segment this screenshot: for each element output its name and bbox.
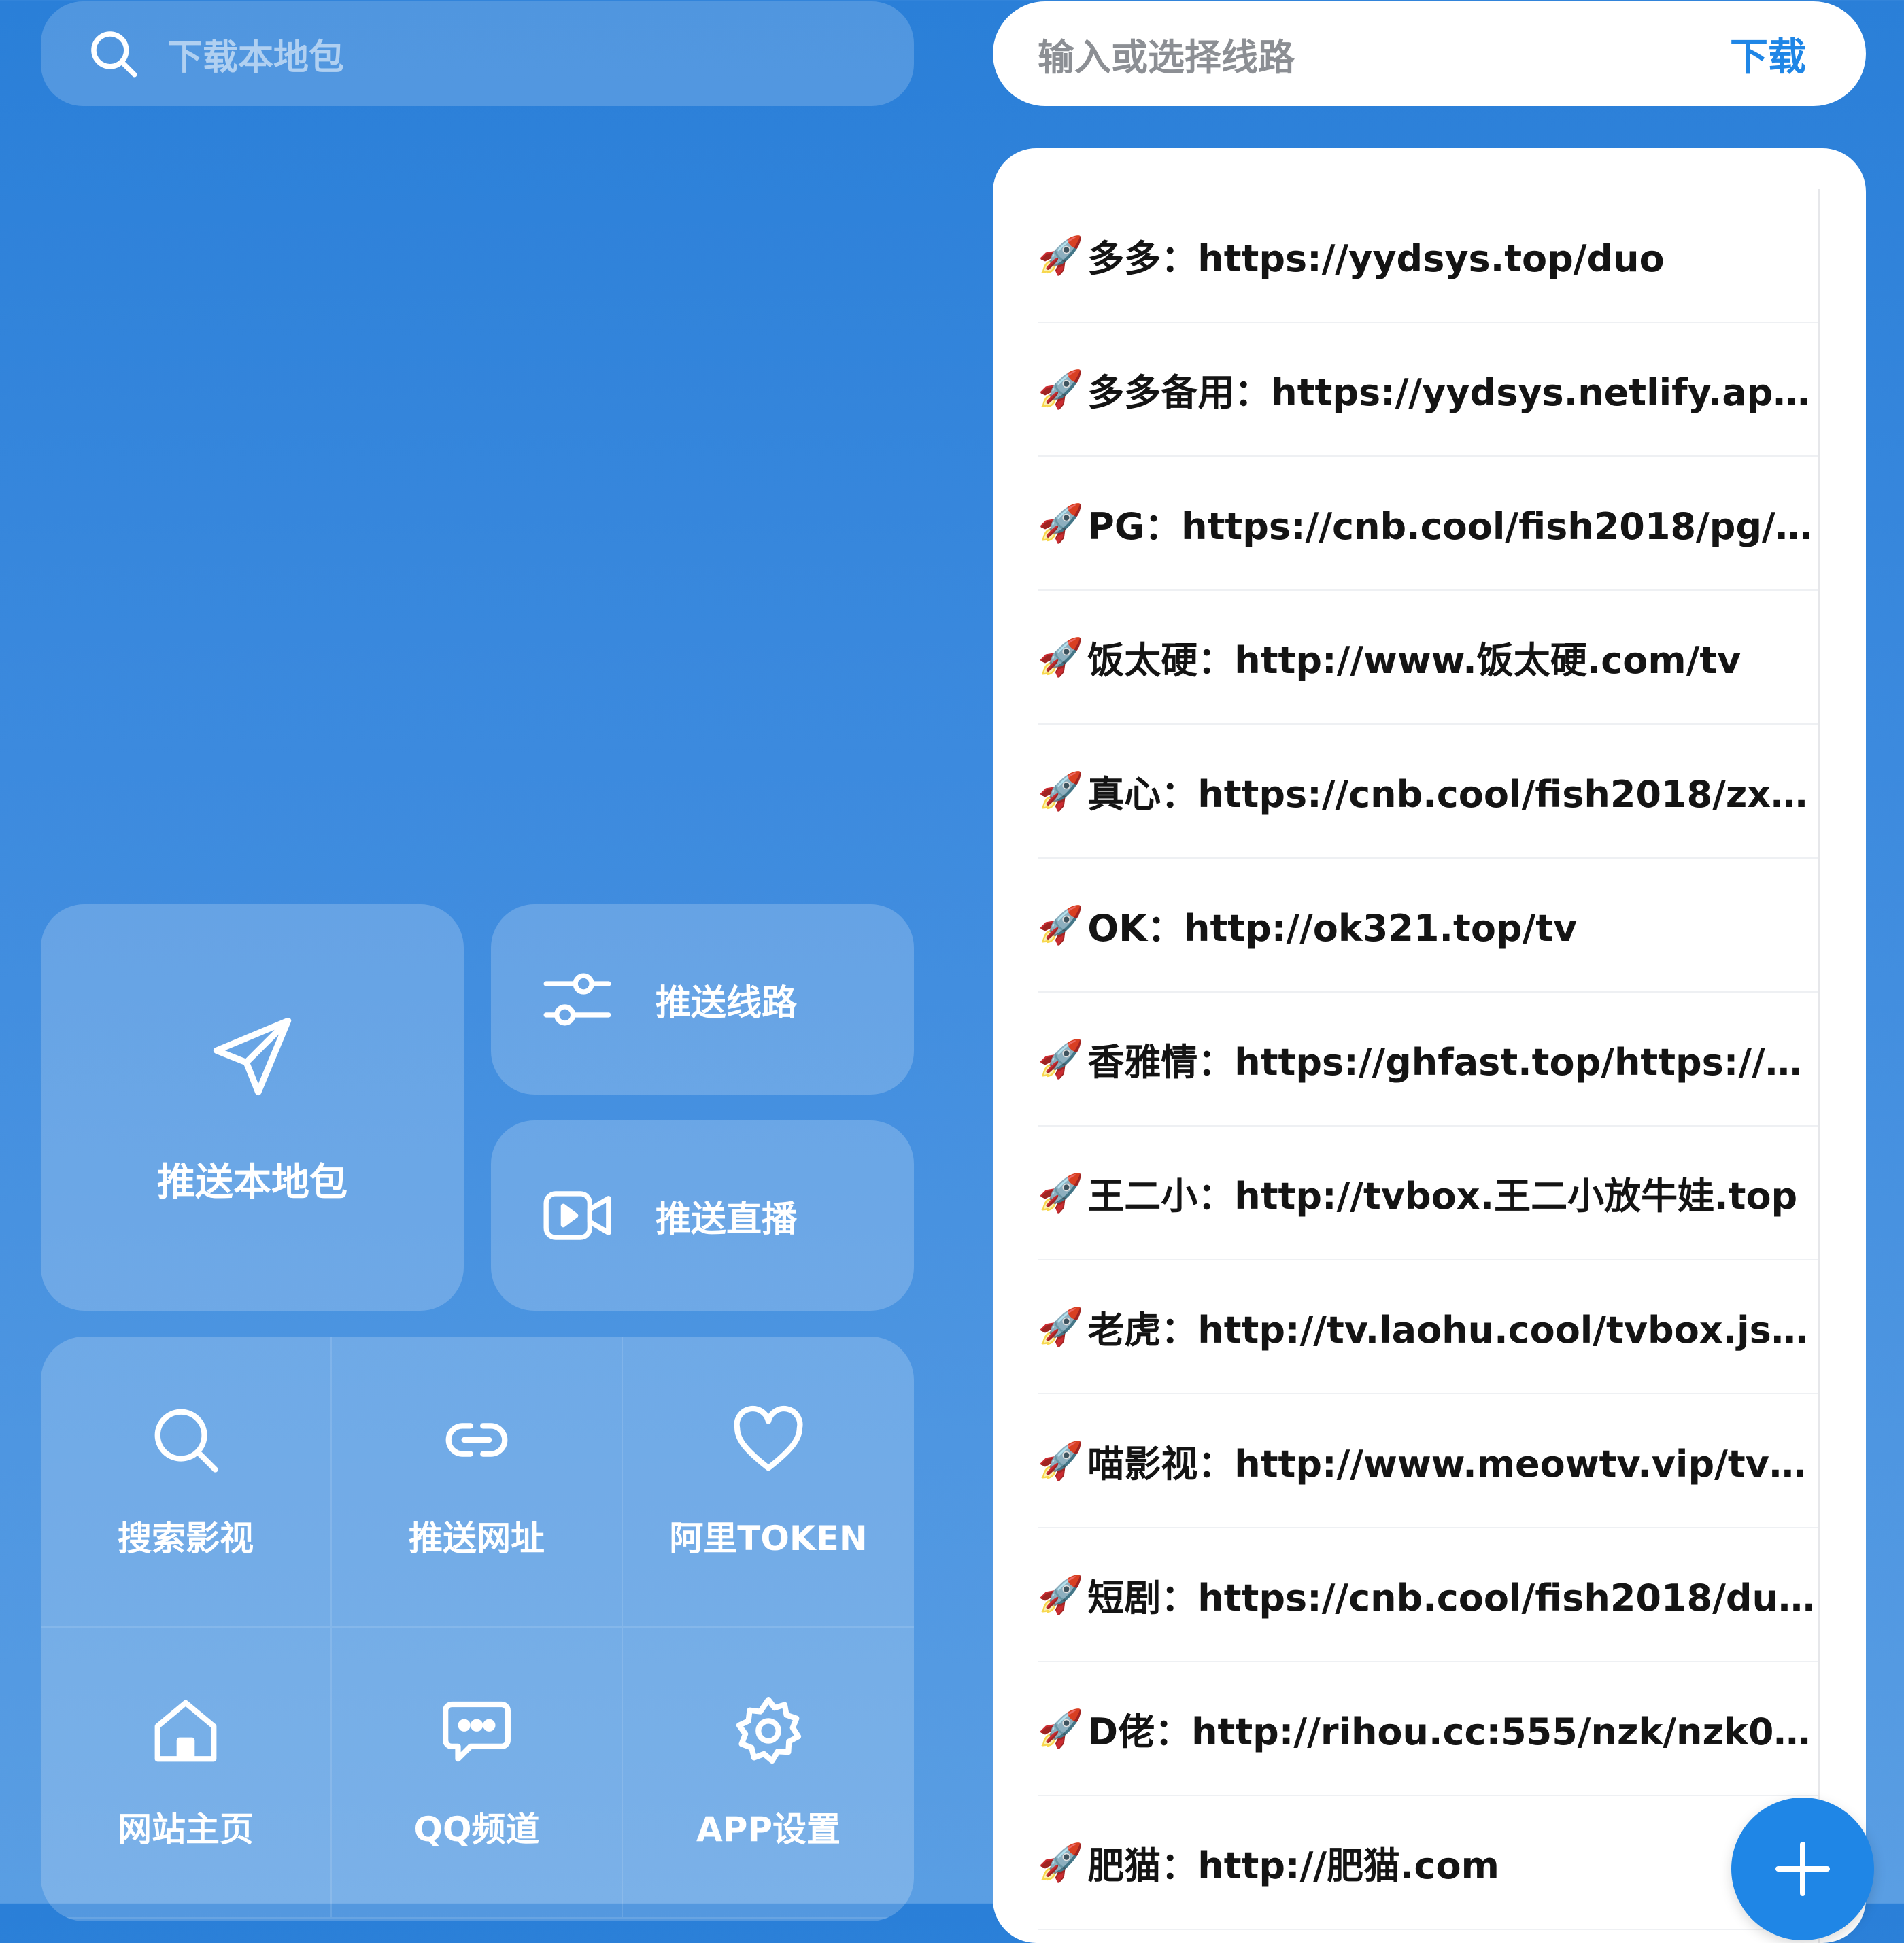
plus-icon bbox=[1775, 1842, 1830, 1896]
website-home-cell[interactable]: 网站主页 bbox=[41, 1628, 332, 1919]
route-item[interactable]: 🚀 真心：https://cnb.cool/fish2018/zx/-… bbox=[1038, 725, 1818, 859]
push-local-package-tile[interactable]: 推送本地包 bbox=[41, 904, 464, 1311]
route-text: D佬：http://rihou.cc:555/nzk/nzk07… bbox=[1087, 1710, 1818, 1753]
route-text: 肥猫：http://肥猫.com bbox=[1087, 1844, 1499, 1887]
route-text: 喵影视：http://www.meowtv.vip/tvb… bbox=[1087, 1443, 1818, 1485]
ali-token-label: 阿里TOKEN bbox=[669, 1519, 868, 1558]
rocket-icon: 🚀 bbox=[1038, 903, 1084, 946]
search-icon bbox=[154, 1409, 218, 1473]
route-item[interactable]: 🚀 老虎：http://tv.laohu.cool/tvbox.json bbox=[1038, 1260, 1818, 1394]
search-movies-label: 搜索影视 bbox=[118, 1519, 254, 1558]
rocket-icon: 🚀 bbox=[1038, 635, 1084, 678]
rocket-icon: 🚀 bbox=[1038, 1439, 1084, 1482]
push-url-label: 推送网址 bbox=[409, 1519, 545, 1558]
route-item[interactable]: 🚀 香雅情：https://ghfast.top/https://ra… bbox=[1038, 993, 1818, 1127]
route-text: 多多备用：https://yydsys.netlify.app… bbox=[1087, 371, 1818, 414]
rocket-icon: 🚀 bbox=[1038, 1171, 1084, 1214]
home-icon bbox=[154, 1700, 217, 1762]
route-text: 多多：https://yydsys.top/duo bbox=[1087, 237, 1665, 280]
rocket-icon: 🚀 bbox=[1038, 1037, 1084, 1080]
rocket-icon: 🚀 bbox=[1038, 1840, 1084, 1884]
route-text: 香雅情：https://ghfast.top/https://ra… bbox=[1087, 1041, 1818, 1084]
search-movies-cell[interactable]: 搜索影视 bbox=[41, 1337, 332, 1628]
rocket-icon: 🚀 bbox=[1038, 769, 1084, 812]
feature-grid: 搜索影视 推送网址 阿里TOKEN 网站主页 QQ频道 APP设置 bbox=[41, 1337, 914, 1921]
search-icon bbox=[91, 31, 137, 78]
qq-channel-cell[interactable]: QQ频道 bbox=[332, 1628, 623, 1919]
app-settings-label: APP设置 bbox=[696, 1810, 840, 1849]
route-item[interactable]: 🚀 多多备用：https://yydsys.netlify.app… bbox=[1038, 323, 1818, 457]
rocket-icon: 🚀 bbox=[1038, 501, 1084, 545]
download-button[interactable]: 下载 bbox=[1730, 27, 1806, 82]
local-package-placeholder: 下载本地包 bbox=[167, 37, 345, 78]
rocket-icon: 🚀 bbox=[1038, 1305, 1084, 1348]
route-text: 真心：https://cnb.cool/fish2018/zx/-… bbox=[1087, 773, 1818, 816]
rocket-icon: 🚀 bbox=[1038, 1572, 1084, 1616]
route-text: 短剧：https://cnb.cool/fish2018/dua… bbox=[1087, 1577, 1818, 1619]
route-item[interactable]: 🚀 王二小：http://tvbox.王二小放牛娃.top bbox=[1038, 1127, 1818, 1260]
send-icon bbox=[213, 1017, 292, 1095]
push-route-label: 推送线路 bbox=[656, 982, 798, 1024]
route-text: 王二小：http://tvbox.王二小放牛娃.top bbox=[1087, 1175, 1798, 1218]
route-item[interactable]: 🚀 饭太硬：http://www.饭太硬.com/tv bbox=[1038, 591, 1818, 725]
push-live-tile[interactable]: 推送直播 bbox=[491, 1120, 914, 1311]
route-text: PG：https://cnb.cool/fish2018/pg/-/… bbox=[1087, 505, 1818, 548]
qq-channel-label: QQ频道 bbox=[413, 1810, 540, 1849]
route-item[interactable]: 🚀 OK：http://ok321.top/tv bbox=[1038, 859, 1818, 993]
route-input[interactable]: 输入或选择线路 下载 bbox=[993, 1, 1866, 106]
route-text: 老虎：http://tv.laohu.cool/tvbox.json bbox=[1087, 1309, 1818, 1352]
route-item[interactable]: 🚀 肥猫：http://肥猫.com bbox=[1038, 1796, 1818, 1930]
route-text: OK：http://ok321.top/tv bbox=[1087, 907, 1578, 950]
rocket-icon: 🚀 bbox=[1038, 1706, 1084, 1750]
route-item[interactable]: 🚀 D佬：http://rihou.cc:555/nzk/nzk07… bbox=[1038, 1662, 1818, 1796]
scroll-track[interactable] bbox=[1818, 189, 1820, 1943]
website-home-label: 网站主页 bbox=[118, 1810, 254, 1849]
video-icon bbox=[543, 1191, 611, 1240]
ali-token-cell[interactable]: 阿里TOKEN bbox=[623, 1337, 914, 1628]
route-item[interactable]: 🚀 多多：https://yydsys.top/duo bbox=[1038, 189, 1818, 323]
push-route-tile[interactable]: 推送线路 bbox=[491, 904, 914, 1095]
rocket-icon: 🚀 bbox=[1038, 233, 1084, 277]
app-settings-cell[interactable]: APP设置 bbox=[623, 1628, 914, 1919]
local-package-search[interactable]: 下载本地包 bbox=[41, 1, 914, 106]
route-item[interactable]: 🚀 PG：https://cnb.cool/fish2018/pg/-/… bbox=[1038, 457, 1818, 591]
push-url-cell[interactable]: 推送网址 bbox=[332, 1337, 623, 1628]
route-list-panel: 🚀 多多：https://yydsys.top/duo 🚀 多多备用：https:/… bbox=[993, 148, 1866, 1943]
route-item[interactable]: 🚀 短剧：https://cnb.cool/fish2018/dua… bbox=[1038, 1528, 1818, 1662]
route-input-placeholder: 输入或选择线路 bbox=[1038, 35, 1295, 79]
push-local-package-label: 推送本地包 bbox=[157, 1160, 347, 1205]
heart-icon bbox=[734, 1405, 803, 1471]
sliders-icon bbox=[543, 973, 611, 1026]
push-live-label: 推送直播 bbox=[656, 1199, 798, 1240]
add-route-button[interactable] bbox=[1731, 1798, 1874, 1940]
route-item[interactable]: 🚀 喵影视：http://www.meowtv.vip/tvb… bbox=[1038, 1394, 1818, 1528]
route-text: 饭太硬：http://www.饭太硬.com/tv bbox=[1087, 639, 1741, 682]
gear-icon bbox=[736, 1697, 802, 1764]
chat-icon bbox=[443, 1701, 511, 1762]
route-list: 🚀 多多：https://yydsys.top/duo 🚀 多多备用：https:/… bbox=[1038, 189, 1818, 1930]
rocket-icon: 🚀 bbox=[1038, 367, 1084, 411]
link-icon bbox=[445, 1423, 508, 1457]
